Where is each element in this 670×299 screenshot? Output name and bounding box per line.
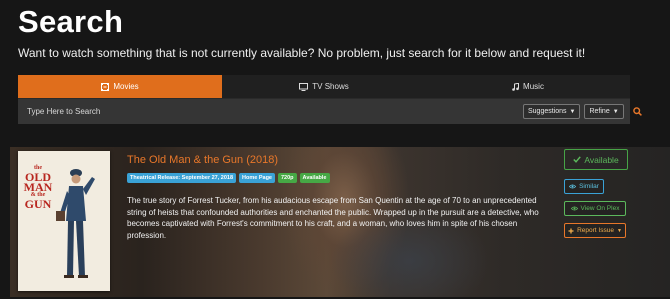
similar-button[interactable]: Similar (564, 179, 604, 194)
tab-music[interactable]: Music (426, 75, 630, 98)
plus-icon (568, 228, 574, 234)
media-overview: The true story of Forrest Tucker, from h… (127, 196, 539, 240)
release-date-badge: Theatrical Release: September 27, 2018 (127, 173, 237, 183)
music-note-icon (512, 82, 520, 91)
status-badge: Available (299, 173, 330, 183)
film-icon (101, 82, 110, 91)
refine-dropdown[interactable]: Refine ▼ (584, 104, 624, 119)
tab-movies[interactable]: Movies (18, 75, 222, 98)
suggestions-dropdown[interactable]: Suggestions ▼ (523, 104, 581, 119)
tab-tv-shows-label: TV Shows (312, 82, 349, 91)
report-issue-button[interactable]: Report Issue ▼ (564, 223, 626, 238)
check-icon (573, 156, 582, 163)
tab-music-label: Music (523, 82, 544, 91)
available-button[interactable]: Available (564, 149, 628, 170)
eye-icon (569, 184, 577, 189)
search-type-tabs: Movies TV Shows Music (18, 75, 630, 98)
home-page-badge[interactable]: Home Page (239, 173, 275, 183)
chevron-down-icon: ▼ (612, 108, 619, 115)
search-bar: Suggestions ▼ Refine ▼ (18, 98, 642, 124)
search-result-card: the OLD MAN & the GUN The Old Man & the … (10, 147, 670, 297)
chevron-down-icon: ▼ (569, 108, 576, 115)
view-on-plex-button[interactable]: View On Plex (564, 201, 626, 216)
similar-label: Similar (579, 183, 599, 190)
tab-tv-shows[interactable]: TV Shows (222, 75, 426, 98)
view-on-plex-label: View On Plex (580, 205, 620, 212)
badge-row: Theatrical Release: September 27, 2018 H… (127, 173, 333, 183)
tab-movies-label: Movies (113, 82, 139, 91)
quality-badge: 720p (278, 173, 297, 183)
media-title-link[interactable]: The Old Man & the Gun (2018) (127, 154, 278, 166)
report-issue-label: Report Issue (577, 227, 614, 234)
search-input[interactable] (22, 99, 519, 124)
eye-icon (570, 206, 578, 211)
page-title: Search (18, 4, 124, 39)
caret-down-icon: ▼ (616, 227, 622, 234)
available-label: Available (584, 154, 619, 165)
poster-figure (56, 169, 95, 278)
refine-label: Refine (589, 108, 610, 115)
suggestions-label: Suggestions (528, 108, 567, 115)
movie-poster[interactable]: the OLD MAN & the GUN (18, 151, 110, 291)
search-icon[interactable] (632, 107, 642, 116)
tv-icon (299, 82, 309, 91)
page-subtitle: Want to watch something that is not curr… (18, 46, 586, 60)
